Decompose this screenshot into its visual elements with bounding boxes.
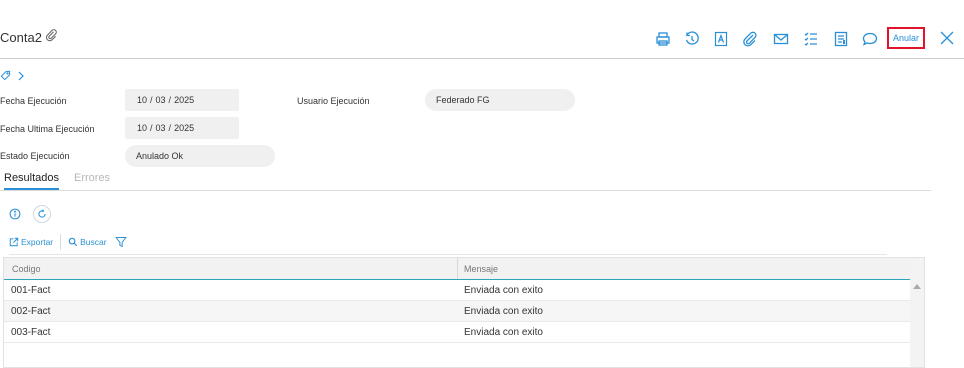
column-divider[interactable] [457,258,458,279]
filter-icon [114,237,127,248]
usuario-ejecucion-label: Usuario Ejecución [297,96,370,106]
grid-header: Codigo Mensaje [4,258,910,280]
fecha-ejecucion-day: 10 [137,95,148,105]
chevron-right-icon[interactable] [17,71,25,84]
tab-errores[interactable]: Errores [74,172,110,184]
tab-bar: Resultados Errores [0,170,931,191]
cell-mensaje: Enviada con exito [464,285,543,296]
export-button[interactable]: Exportar [9,237,53,247]
table-row[interactable]: 002-Fact Enviada con exito [4,301,910,322]
scroll-up-icon[interactable] [913,284,921,289]
fecha-ultima-day: 10 [137,123,148,133]
search-icon [68,237,78,247]
export-icon [9,237,19,247]
page-title: Conta2 [0,29,42,45]
anular-button[interactable]: Anular [887,27,925,49]
date-separator: / [168,95,172,105]
usuario-ejecucion-field[interactable]: Federado FG [425,89,575,111]
estado-ejecucion-field[interactable]: Anulado Ok [125,145,275,167]
cell-codigo: 003-Fact [11,327,51,338]
tag-row [0,70,25,84]
date-separator: / [168,123,172,133]
fecha-ejecucion-year: 2025 [174,95,195,105]
refresh-icon [38,209,46,218]
fecha-ultima-label: Fecha Ultima Ejecución [0,124,95,134]
fecha-ejecucion-field[interactable]: 10 / 03 / 2025 [125,89,239,111]
checklist-icon[interactable] [803,31,819,47]
link-icon[interactable] [45,29,58,45]
search-label: Buscar [80,237,107,247]
vertical-scrollbar[interactable] [910,258,924,367]
text-document-icon[interactable] [713,31,729,47]
fecha-ultima-year: 2025 [174,123,195,133]
comment-icon[interactable] [862,31,878,47]
print-icon[interactable] [655,31,671,47]
fecha-ultima-field[interactable]: 10 / 03 / 2025 [125,117,239,139]
results-grid: Codigo Mensaje 001-Fact Enviada con exit… [3,257,925,368]
fecha-ejecucion-label: Fecha Ejecución [0,96,67,106]
report-icon[interactable] [833,31,849,47]
cell-codigo: 002-Fact [11,306,51,317]
fecha-ultima-month: 03 [155,123,166,133]
column-header-mensaje[interactable]: Mensaje [464,258,498,279]
search-button[interactable]: Buscar [68,237,107,247]
column-header-codigo[interactable]: Codigo [12,258,41,279]
cell-mensaje: Enviada con exito [464,327,543,338]
grid-toolbar-divider [9,254,887,255]
toolbar-divider [60,234,62,250]
date-separator: / [150,95,153,105]
grid-toolbar: Exportar Buscar [9,234,127,250]
info-icon[interactable] [9,207,21,220]
table-row[interactable]: 001-Fact Enviada con exito [4,280,910,301]
cell-codigo: 001-Fact [11,285,51,296]
attach-icon[interactable] [742,31,758,47]
close-icon[interactable] [939,30,955,46]
tag-icon[interactable] [0,70,11,84]
page-title-bar: Conta2 [0,29,58,45]
header-divider [0,58,964,59]
filter-button[interactable] [114,236,127,248]
mail-icon[interactable] [773,31,789,47]
export-label: Exportar [21,237,54,247]
refresh-button[interactable] [33,205,51,223]
fecha-ejecucion-month: 03 [155,95,166,105]
cell-mensaje: Enviada con exito [464,306,543,317]
table-row[interactable]: 003-Fact Enviada con exito [4,322,910,343]
history-icon[interactable] [684,31,700,47]
date-separator: / [150,123,153,133]
tab-resultados[interactable]: Resultados [4,172,60,190]
estado-ejecucion-label: Estado Ejecución [0,151,70,161]
